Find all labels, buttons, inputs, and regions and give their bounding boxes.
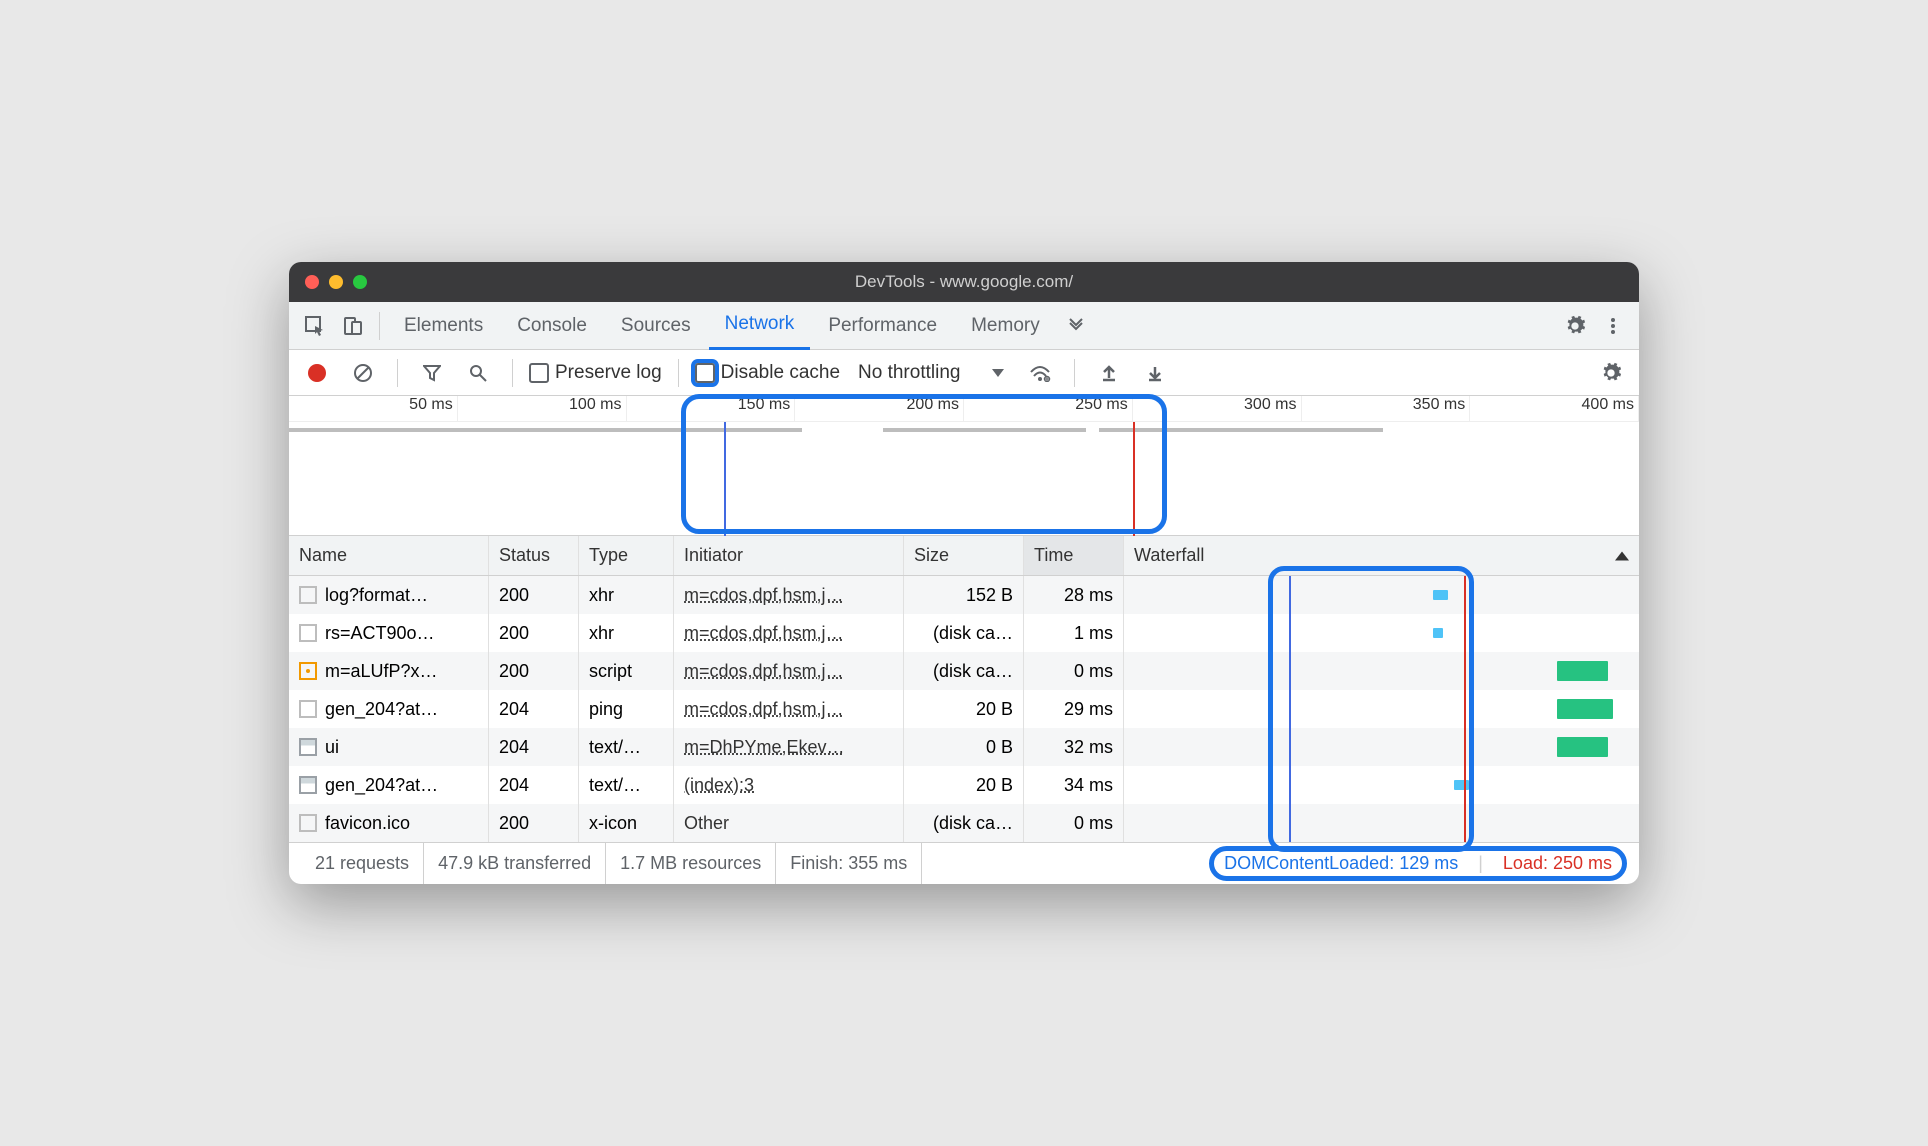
table-header: Name Status Type Initiator Size Time Wat…	[289, 536, 1639, 576]
clear-button[interactable]	[345, 355, 381, 391]
devtools-window: DevTools - www.google.com/ Elements Cons…	[289, 262, 1639, 884]
file-icon	[299, 624, 317, 642]
separator	[1074, 359, 1075, 387]
download-har-icon[interactable]	[1137, 355, 1173, 391]
more-tabs-icon[interactable]	[1058, 308, 1094, 344]
disable-cache-checkbox[interactable]: Disable cache	[695, 362, 840, 384]
annotation-highlight: DOMContentLoaded: 129 ms | Load: 250 ms	[1209, 846, 1627, 881]
col-initiator[interactable]: Initiator	[674, 536, 904, 575]
file-icon	[299, 700, 317, 718]
tab-performance[interactable]: Performance	[812, 302, 953, 350]
timeline-overview[interactable]: 50 ms 100 ms 150 ms 200 ms 250 ms 300 ms…	[289, 396, 1639, 536]
throttling-select[interactable]: No throttling	[850, 362, 1012, 384]
status-transferred: 47.9 kB transferred	[424, 843, 606, 884]
network-toolbar: Preserve log Disable cache No throttling	[289, 350, 1639, 396]
disable-cache-label: Disable cache	[721, 362, 840, 384]
kebab-menu-icon[interactable]	[1595, 308, 1631, 344]
settings-gear-icon[interactable]	[1557, 308, 1593, 344]
table-row[interactable]: log?format… 200 xhr m=cdos,dpf,hsm,j… 15…	[289, 576, 1639, 614]
upload-har-icon[interactable]	[1091, 355, 1127, 391]
window-title: DevTools - www.google.com/	[289, 272, 1639, 292]
minimize-window-button[interactable]	[329, 275, 343, 289]
tab-memory[interactable]: Memory	[955, 302, 1056, 350]
throttling-label: No throttling	[858, 362, 960, 384]
file-icon	[299, 814, 317, 832]
col-time[interactable]: Time	[1024, 536, 1124, 575]
inspect-element-icon[interactable]	[297, 308, 333, 344]
chevron-down-icon	[992, 369, 1004, 377]
table-row[interactable]: gen_204?at… 204 ping m=cdos,dpf,hsm,j… 2…	[289, 690, 1639, 728]
table-row[interactable]: ui 204 text/… m=DhPYme,Ekev… 0 B 32 ms	[289, 728, 1639, 766]
table-body: log?format… 200 xhr m=cdos,dpf,hsm,j… 15…	[289, 576, 1639, 842]
sort-asc-icon	[1615, 551, 1629, 560]
maximize-window-button[interactable]	[353, 275, 367, 289]
separator	[678, 359, 679, 387]
col-size[interactable]: Size	[904, 536, 1024, 575]
tick: 100 ms	[458, 396, 627, 421]
tab-network[interactable]: Network	[709, 302, 811, 350]
tab-sources[interactable]: Sources	[605, 302, 707, 350]
table-row[interactable]: gen_204?at… 204 text/… (index):3 20 B 34…	[289, 766, 1639, 804]
status-dcl: DOMContentLoaded: 129 ms	[1224, 853, 1458, 874]
col-type[interactable]: Type	[579, 536, 674, 575]
overview-body	[289, 422, 1639, 536]
tick: 350 ms	[1302, 396, 1471, 421]
status-resources: 1.7 MB resources	[606, 843, 776, 884]
search-icon[interactable]	[460, 355, 496, 391]
tab-console[interactable]: Console	[501, 302, 603, 350]
file-icon	[299, 586, 317, 604]
close-window-button[interactable]	[305, 275, 319, 289]
tabs-row: Elements Console Sources Network Perform…	[289, 302, 1639, 350]
filter-icon[interactable]	[414, 355, 450, 391]
document-file-icon	[299, 738, 317, 756]
table-row[interactable]: favicon.ico 200 x-icon Other (disk ca… 0…	[289, 804, 1639, 842]
status-load: Load: 250 ms	[1503, 853, 1612, 874]
status-requests: 21 requests	[301, 843, 424, 884]
col-name[interactable]: Name	[289, 536, 489, 575]
status-bar: 21 requests 47.9 kB transferred 1.7 MB r…	[289, 842, 1639, 884]
tick: 400 ms	[1470, 396, 1639, 421]
separator	[397, 359, 398, 387]
col-status[interactable]: Status	[489, 536, 579, 575]
separator	[512, 359, 513, 387]
tick: 50 ms	[289, 396, 458, 421]
preserve-log-checkbox[interactable]: Preserve log	[529, 362, 662, 384]
status-finish: Finish: 355 ms	[776, 843, 922, 884]
network-conditions-icon[interactable]	[1022, 355, 1058, 391]
annotation-highlight	[681, 394, 1167, 534]
panel-settings-gear-icon[interactable]	[1593, 355, 1629, 391]
device-toggle-icon[interactable]	[335, 308, 371, 344]
titlebar: DevTools - www.google.com/	[289, 262, 1639, 302]
preserve-log-label: Preserve log	[555, 362, 662, 384]
table-row[interactable]: m=aLUfP?x… 200 script m=cdos,dpf,hsm,j… …	[289, 652, 1639, 690]
document-file-icon	[299, 776, 317, 794]
separator	[379, 312, 380, 340]
tab-elements[interactable]: Elements	[388, 302, 499, 350]
traffic-lights	[289, 275, 367, 289]
col-waterfall[interactable]: Waterfall	[1124, 536, 1639, 575]
record-button[interactable]	[299, 355, 335, 391]
table-row[interactable]: rs=ACT90o… 200 xhr m=cdos,dpf,hsm,j… (di…	[289, 614, 1639, 652]
script-file-icon	[299, 662, 317, 680]
